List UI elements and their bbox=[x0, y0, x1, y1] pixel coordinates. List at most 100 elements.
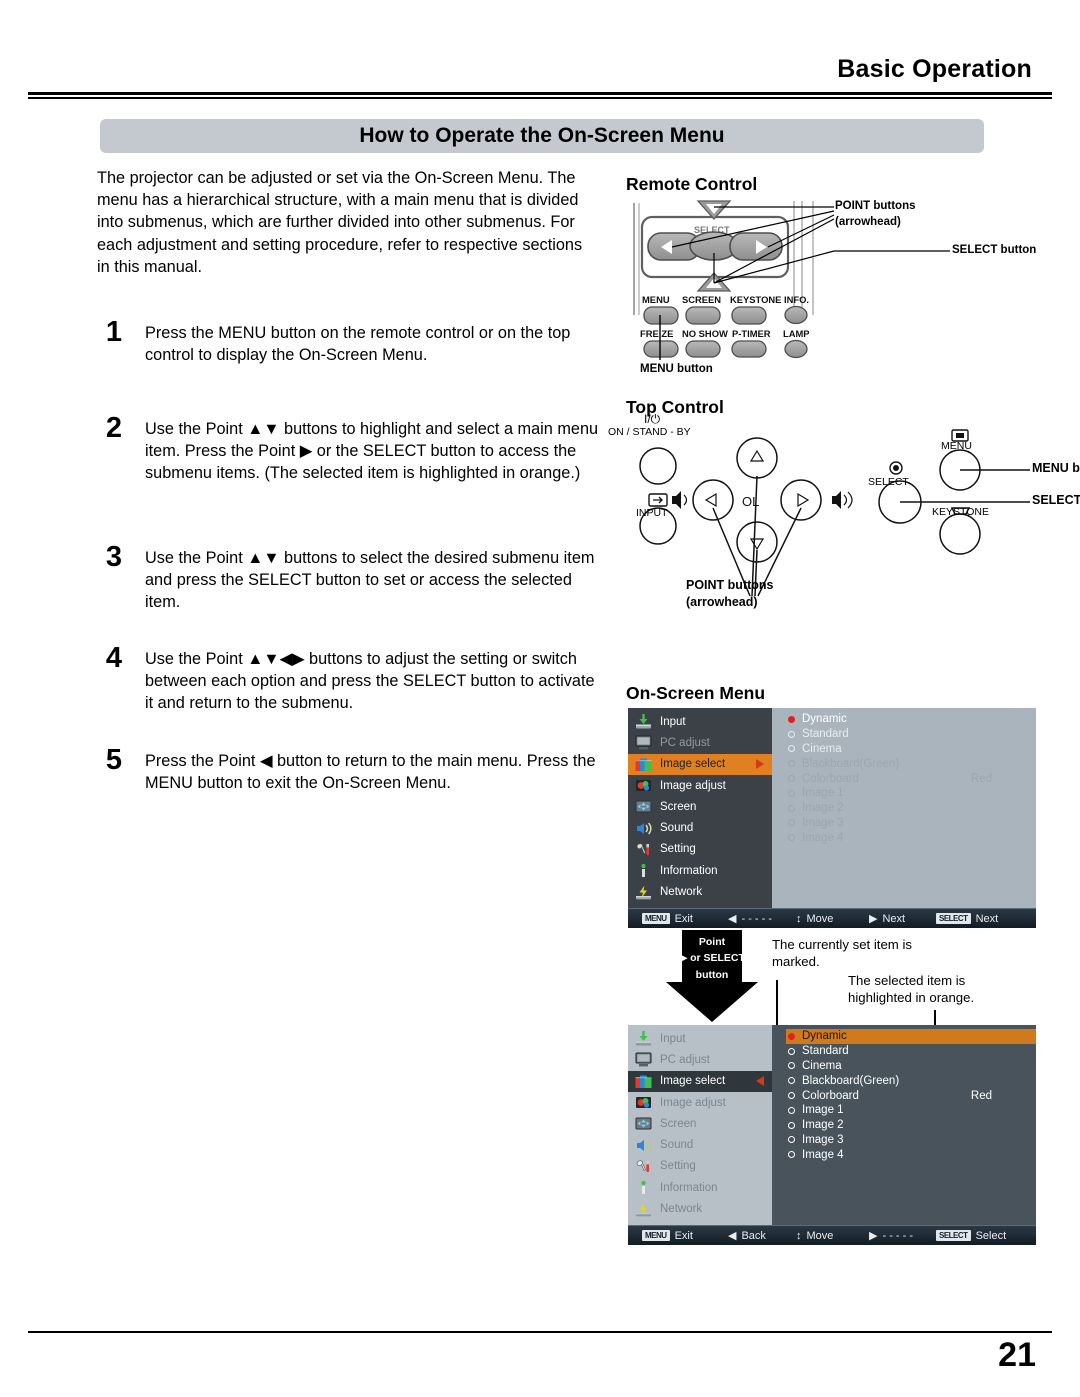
info-icon bbox=[634, 862, 653, 879]
monitor-icon bbox=[634, 1051, 653, 1068]
osd-submenu-item[interactable]: Image 1 bbox=[786, 786, 1036, 801]
callout-point-line3: button bbox=[695, 969, 729, 981]
osd-submenu-item[interactable]: Blackboard(Green) bbox=[786, 756, 1036, 771]
osd-menu-item-information[interactable]: Information bbox=[628, 1177, 772, 1198]
osd-submenu-label: Cinema bbox=[802, 1059, 842, 1072]
screen-icon bbox=[634, 1115, 653, 1132]
osd-submenu-label: Image 1 bbox=[802, 1104, 844, 1117]
image-select-icon bbox=[634, 1073, 653, 1090]
radio-icon bbox=[788, 1062, 795, 1070]
osd-submenu-item[interactable]: Image 1 bbox=[786, 1103, 1036, 1118]
keystone-button-label: KEYSTONE bbox=[932, 506, 989, 518]
osd-menu-item-label: Setting bbox=[660, 843, 696, 856]
osd-menu-item-screen[interactable]: Screen bbox=[628, 796, 772, 817]
tools-icon bbox=[634, 1158, 653, 1175]
osd-submenu-label: Standard bbox=[802, 1045, 849, 1058]
step-number: 1 bbox=[105, 316, 123, 348]
osd-submenu-item[interactable]: Colorboard Red bbox=[786, 771, 1036, 786]
osd-menu-item-image-select[interactable]: Image select bbox=[628, 753, 779, 775]
top-control-point-callout: POINT buttons bbox=[686, 578, 774, 592]
osd-footer-move: Move bbox=[806, 912, 834, 925]
right-arrow-icon: ▶ bbox=[869, 1230, 878, 1242]
osd-submenu-label: Dynamic bbox=[802, 1030, 847, 1043]
osd-submenu-item[interactable]: Image 2 bbox=[786, 1118, 1036, 1133]
power-symbol-label: I/⏻ bbox=[644, 412, 661, 426]
chevron-right-icon bbox=[756, 759, 764, 770]
osd-submenu-item[interactable]: Colorboard Red bbox=[786, 1088, 1036, 1103]
osd-menu-item-pc-adjust[interactable]: PC adjust bbox=[628, 732, 772, 753]
menu-keycap: MENU bbox=[642, 1230, 670, 1241]
osd-menu-item-network[interactable]: Network bbox=[628, 1198, 772, 1219]
osd-menu-item-label: Sound bbox=[660, 1139, 694, 1152]
osd-submenu-label: Image 1 bbox=[802, 787, 844, 800]
speaker-icon bbox=[634, 1137, 653, 1154]
osd-footer-exit: Exit bbox=[674, 912, 693, 925]
osd-menu-item-image-adjust[interactable]: Image adjust bbox=[628, 1092, 772, 1113]
page-title: How to Operate the On-Screen Menu bbox=[359, 124, 725, 147]
osd-menu-item-label: PC adjust bbox=[660, 1053, 710, 1066]
osd-menu-item-sound[interactable]: Sound bbox=[628, 1134, 772, 1155]
osd-submenu-item[interactable]: Dynamic bbox=[786, 712, 1036, 727]
osd-footer-select: Next bbox=[975, 912, 999, 925]
osd-menu-item-information[interactable]: Information bbox=[628, 860, 772, 881]
image-adjust-icon bbox=[634, 1094, 653, 1111]
radio-icon bbox=[788, 1092, 795, 1100]
osd-submenu-item[interactable]: Cinema bbox=[786, 1059, 1036, 1074]
osd-submenu-item-selected[interactable]: Dynamic bbox=[786, 1029, 1036, 1044]
osd-menu-item-network[interactable]: Network bbox=[628, 881, 772, 902]
osd-menu-item-image-adjust[interactable]: Image adjust bbox=[628, 775, 772, 796]
osd-submenu-value: Red bbox=[970, 1089, 992, 1102]
callout-point-line1: Point bbox=[698, 936, 726, 948]
top-control-menu-callout: MENU button bbox=[1032, 461, 1080, 475]
osd-menu-item-setting[interactable]: Setting bbox=[628, 1156, 772, 1177]
radio-selected-icon bbox=[788, 1032, 795, 1040]
osd-submenu-list: Dynamic Standard Cinema Blackboard(Green… bbox=[772, 1025, 1036, 1225]
svg-text:LAMP: LAMP bbox=[783, 328, 810, 339]
osd-submenu-label: Blackboard(Green) bbox=[802, 757, 900, 770]
osd-submenu-item[interactable]: Image 3 bbox=[786, 816, 1036, 831]
radio-icon bbox=[788, 804, 795, 812]
top-control-heading: Top Control bbox=[626, 397, 724, 417]
svg-text:FRE ZE: FRE ZE bbox=[640, 328, 673, 339]
osd-footer-exit: Exit bbox=[674, 1229, 693, 1242]
osd-submenu-label: Cinema bbox=[802, 742, 842, 755]
input-button-label: INPUT bbox=[636, 507, 668, 519]
osd-submenu-item[interactable]: Blackboard(Green) bbox=[786, 1073, 1036, 1088]
osd-submenu-item[interactable]: Image 2 bbox=[786, 801, 1036, 816]
radio-icon bbox=[788, 1136, 795, 1144]
osd-footer-bar-top: MENU Exit ◀ - - - - - ↕ Move ▶ Next SELE… bbox=[628, 908, 1036, 928]
network-icon bbox=[634, 1201, 653, 1218]
top-control-diagram: OL I/⏻ ON / STAND - BY INPUT SELECT MENU… bbox=[600, 412, 1080, 618]
osd-footer-bar-bottom: MENU Exit ◀ Back ↕ Move ▶ - - - - - SELE… bbox=[628, 1225, 1036, 1245]
osd-submenu-label: Dynamic bbox=[802, 713, 847, 726]
osd-submenu-label: Image 2 bbox=[802, 1119, 844, 1132]
instruction-step-4: 4 Use the Point ▲▼◀▶ buttons to adjust t… bbox=[97, 642, 607, 715]
tools-icon bbox=[634, 841, 653, 858]
leader-line-marked bbox=[776, 980, 778, 1025]
osd-menu-item-sound[interactable]: Sound bbox=[628, 817, 772, 838]
svg-text:MENU: MENU bbox=[642, 294, 670, 305]
osd-menu-item-screen[interactable]: Screen bbox=[628, 1113, 772, 1134]
radio-icon bbox=[788, 775, 795, 783]
osd-menu-item-label: Input bbox=[660, 715, 686, 728]
step-text: Use the Point ▲▼ buttons to select the d… bbox=[145, 549, 595, 612]
info-icon bbox=[634, 1179, 653, 1196]
osd-submenu-item[interactable]: Standard bbox=[786, 727, 1036, 742]
osd-menu-item-pc-adjust[interactable]: PC adjust bbox=[628, 1049, 772, 1070]
osd-submenu-item[interactable]: Standard bbox=[786, 1044, 1036, 1059]
callout-orange-note: The selected item is highlighted in oran… bbox=[848, 973, 975, 1005]
osd-submenu-item[interactable]: Image 3 bbox=[786, 1133, 1036, 1148]
osd-submenu-item[interactable]: Cinema bbox=[786, 742, 1036, 757]
remote-control-diagram: SELECT MENU SCREEN KEYSTONE INFO. FRE ZE… bbox=[620, 195, 1050, 375]
osd-submenu-item[interactable]: Image 4 bbox=[786, 830, 1036, 845]
radio-selected-icon bbox=[788, 715, 795, 723]
osd-menu-item-image-select[interactable]: Image select bbox=[628, 1070, 779, 1092]
osd-menu-item-input[interactable]: Input bbox=[628, 1028, 772, 1049]
instruction-step-1: 1 Press the MENU button on the remote co… bbox=[97, 316, 607, 366]
osd-menu-item-input[interactable]: Input bbox=[628, 711, 772, 732]
on-screen-menu-heading: On-Screen Menu bbox=[626, 683, 766, 703]
power-button-label: ON / STAND - BY bbox=[608, 426, 691, 438]
input-icon bbox=[634, 713, 653, 730]
osd-submenu-item[interactable]: Image 4 bbox=[786, 1147, 1036, 1162]
osd-menu-item-setting[interactable]: Setting bbox=[628, 839, 772, 860]
